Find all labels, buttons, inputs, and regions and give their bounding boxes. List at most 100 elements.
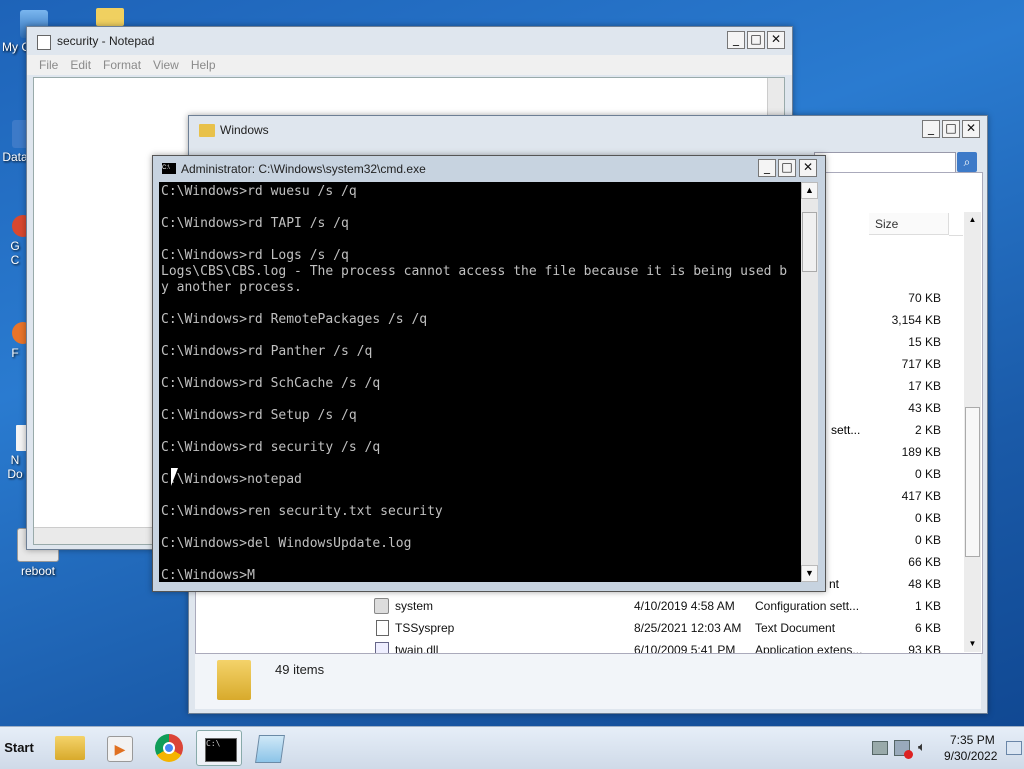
text-document-icon (376, 620, 389, 636)
file-size: 43 KB (908, 401, 941, 415)
file-name: system (395, 599, 434, 613)
mouse-cursor-icon (171, 468, 178, 486)
file-type: Configuration sett... (755, 599, 860, 613)
file-size: 717 KB (901, 357, 941, 371)
file-size: 0 KB (914, 533, 941, 547)
maximize-button[interactable]: □ (747, 31, 765, 49)
explorer-title: Windows (220, 123, 269, 137)
scroll-thumb[interactable] (802, 212, 817, 272)
file-date: 4/10/2019 4:58 AM (634, 599, 735, 613)
media-player-icon: ▶ (107, 736, 133, 762)
desktop-icon-label: N Do (7, 453, 23, 481)
chrome-icon (155, 734, 183, 762)
partial-type-cell: sett... (831, 423, 861, 437)
file-size: 3,154 KB (891, 313, 941, 327)
search-icon[interactable]: ⌕ (957, 152, 977, 172)
close-button[interactable]: ✕ (962, 120, 980, 138)
file-size: 93 KB (908, 643, 941, 653)
folder-icon (55, 736, 85, 760)
file-size: 0 KB (914, 511, 941, 525)
file-size: 15 KB (908, 335, 941, 349)
file-type: Text Document (755, 621, 836, 635)
cmd-icon: C:\ (205, 738, 237, 762)
minimize-button[interactable]: _ (922, 120, 940, 138)
file-size: 17 KB (908, 379, 941, 393)
cmd-vertical-scrollbar[interactable]: ▲ ▼ (801, 182, 818, 582)
taskbar-chrome-button[interactable] (146, 730, 192, 766)
notepad-icon (255, 735, 285, 763)
file-size: 417 KB (901, 489, 941, 503)
notepad-app-icon (37, 35, 51, 50)
file-row[interactable]: twain.dll 6/10/2009 5:41 PM Application … (369, 639, 959, 653)
scroll-up-arrow[interactable]: ▲ (801, 182, 818, 199)
minimize-button[interactable]: _ (727, 31, 745, 49)
taskbar-explorer-button[interactable] (46, 730, 92, 766)
volume-icon[interactable]: 🔈︎ (918, 739, 926, 755)
clock-time[interactable]: 7:35 PM (950, 733, 995, 747)
minimize-button[interactable]: _ (758, 159, 776, 177)
close-button[interactable]: ✕ (767, 31, 785, 49)
notepad-titlebar[interactable]: security - Notepad _ □ ✕ (27, 27, 792, 55)
taskbar-cmd-button[interactable]: C:\ (196, 730, 242, 766)
notepad-title: security - Notepad (57, 34, 155, 48)
scroll-down-arrow[interactable]: ▼ (801, 565, 818, 582)
folder-icon (199, 124, 215, 137)
menu-view[interactable]: View (153, 58, 179, 72)
maximize-button[interactable]: □ (778, 159, 796, 177)
action-center-icon[interactable] (872, 741, 888, 755)
desktop-icon-label: reboot (20, 564, 56, 578)
file-date: 8/25/2021 12:03 AM (634, 621, 742, 635)
menu-file[interactable]: File (39, 58, 58, 72)
config-file-icon (374, 598, 389, 614)
network-icon[interactable] (894, 740, 913, 759)
file-size: 189 KB (901, 445, 941, 459)
menu-help[interactable]: Help (191, 58, 216, 72)
desktop-icon-label: F (11, 346, 19, 360)
taskbar-notepad-button[interactable] (246, 730, 292, 766)
scroll-up-arrow[interactable]: ▲ (964, 212, 981, 228)
start-button[interactable]: Start (0, 730, 38, 766)
system-tray: 🔈︎ 7:35 PM 9/30/2022 (862, 727, 1024, 769)
show-desktop-button[interactable] (1006, 741, 1022, 755)
explorer-search-input[interactable]: s (814, 152, 956, 174)
close-button[interactable]: ✕ (799, 159, 817, 177)
menu-format[interactable]: Format (103, 58, 141, 72)
menu-edit[interactable]: Edit (70, 58, 91, 72)
notepad-menubar: File Edit Format View Help (27, 55, 792, 75)
file-type: Application extens... (755, 643, 863, 653)
cmd-title: Administrator: C:\Windows\system32\cmd.e… (181, 162, 426, 176)
file-size: 0 KB (914, 467, 941, 481)
taskbar: Start ▶ C:\ 🔈︎ 7:35 PM 9/30/2022 (0, 726, 1024, 769)
items-count: 49 items (275, 662, 325, 677)
file-date: 6/10/2009 5:41 PM (634, 643, 736, 653)
file-name: TSSysprep (395, 621, 455, 635)
file-size: 6 KB (914, 621, 941, 635)
folder-icon[interactable] (96, 8, 124, 26)
scroll-thumb[interactable] (965, 407, 980, 557)
cmd-output: C:\Windows>rd wuesu /s /q C:\Windows>rd … (161, 184, 788, 582)
file-row[interactable]: TSSysprep 8/25/2021 12:03 AM Text Docume… (369, 617, 959, 639)
file-name: twain.dll (395, 643, 439, 653)
taskbar-media-player-button[interactable]: ▶ (96, 730, 142, 766)
explorer-titlebar[interactable]: Windows _ □ ✕ (189, 116, 987, 144)
file-size: 2 KB (914, 423, 941, 437)
clock-date[interactable]: 9/30/2022 (944, 749, 997, 763)
column-header-extra[interactable] (949, 213, 963, 236)
explorer-vertical-scrollbar[interactable]: ▲ ▼ (964, 212, 981, 652)
cmd-window[interactable]: C:\ Administrator: C:\Windows\system32\c… (152, 155, 826, 592)
cmd-titlebar[interactable]: C:\ Administrator: C:\Windows\system32\c… (153, 156, 825, 182)
desktop-icon-label: Data (2, 150, 28, 164)
cmd-console[interactable]: C:\Windows>rd wuesu /s /q C:\Windows>rd … (159, 182, 801, 582)
file-size: 70 KB (908, 291, 941, 305)
file-row[interactable]: system 4/10/2019 4:58 AM Configuration s… (369, 595, 959, 617)
column-header-size[interactable]: Size (869, 213, 949, 235)
dll-file-icon (375, 642, 389, 653)
desktop-icon-label: G C (10, 239, 20, 267)
partial-type-cell: nt (829, 577, 840, 591)
cmd-app-icon: C:\ (162, 163, 176, 174)
scroll-down-arrow[interactable]: ▼ (964, 636, 981, 652)
file-size: 66 KB (908, 555, 941, 569)
maximize-button[interactable]: □ (942, 120, 960, 138)
file-size: 1 KB (914, 599, 941, 613)
folder-large-icon (217, 660, 251, 700)
